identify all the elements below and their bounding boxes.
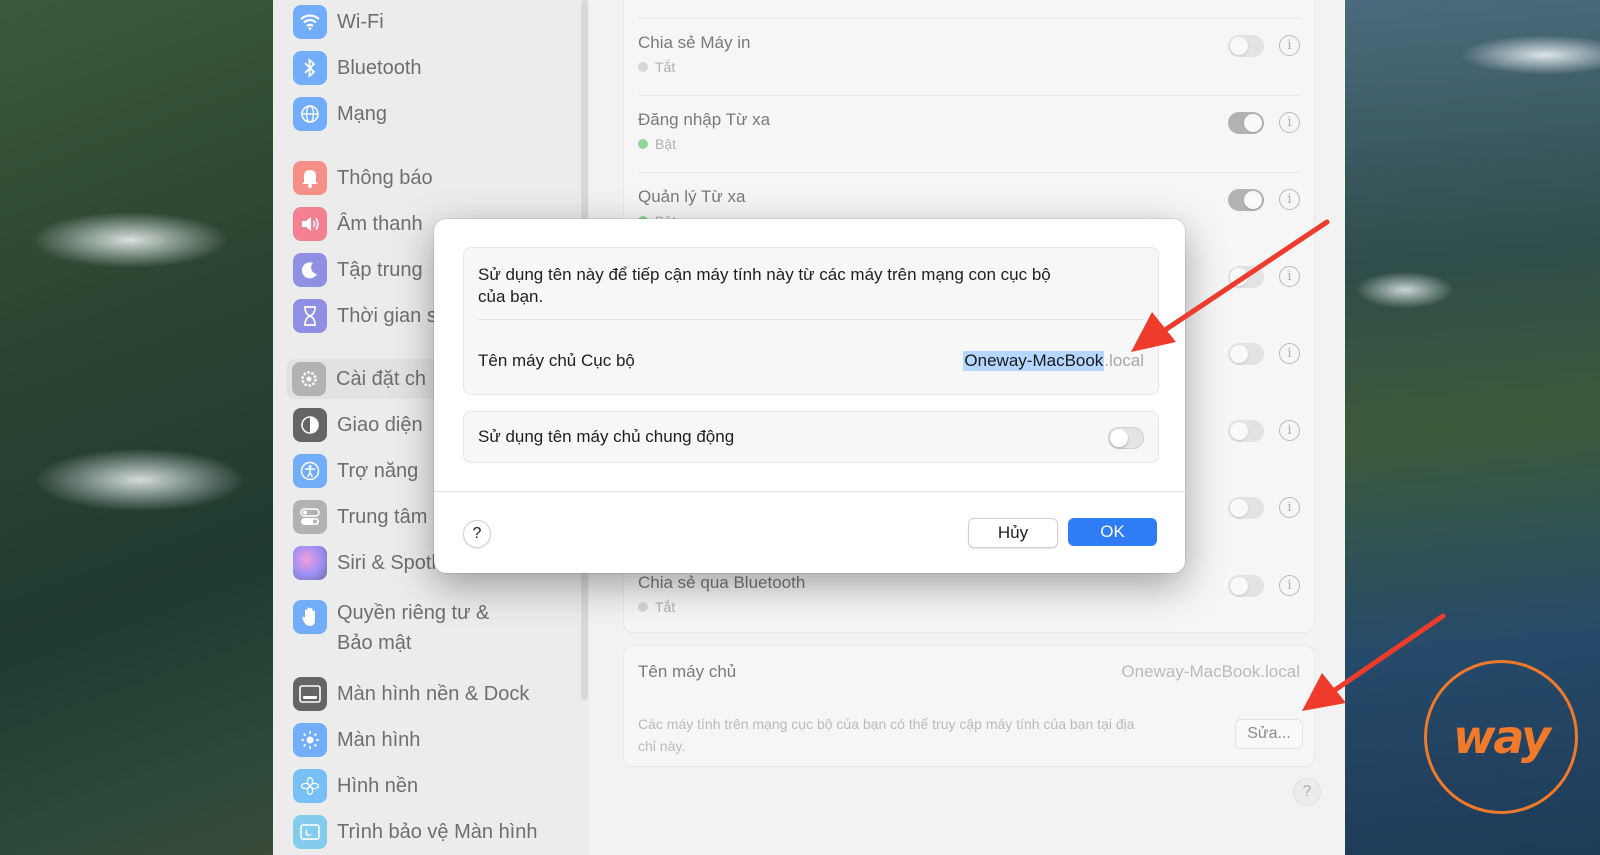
local-hostname-input[interactable]: Oneway-MacBook .local [963, 351, 1144, 371]
oneway-logo: way [1424, 660, 1578, 814]
local-hostname-value[interactable]: Oneway-MacBook [963, 351, 1105, 371]
local-hostname-label: Tên máy chủ Cục bộ [478, 351, 635, 370]
footer-divider [434, 491, 1185, 492]
local-hostname-suffix: .local [1104, 351, 1144, 370]
dialog-description: Sử dụng tên này để tiếp cận máy tính này… [478, 265, 1051, 306]
local-hostname-dialog: Sử dụng tên này để tiếp cận máy tính này… [434, 219, 1185, 573]
dynamic-hostname-section: Sử dụng tên máy chủ chung động [463, 411, 1159, 463]
ok-button[interactable]: OK [1068, 518, 1157, 546]
dynamic-hostname-label: Sử dụng tên máy chủ chung động [478, 427, 735, 446]
section-divider [478, 319, 1144, 320]
cancel-button[interactable]: Hủy [968, 518, 1058, 548]
local-hostname-section: Sử dụng tên này để tiếp cận máy tính này… [463, 247, 1159, 395]
logo-text: way [1452, 710, 1551, 764]
dialog-help-button[interactable]: ? [463, 520, 491, 548]
dynamic-hostname-toggle[interactable] [1108, 427, 1144, 449]
